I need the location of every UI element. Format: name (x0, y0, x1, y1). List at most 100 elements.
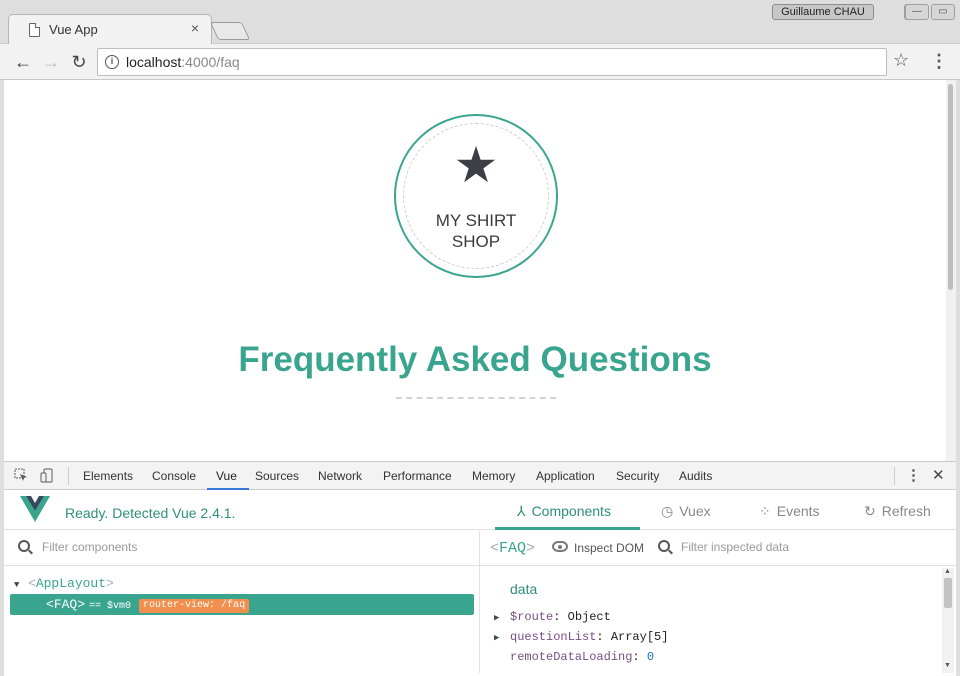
url-text[interactable]: localhost:4000/faq (126, 54, 240, 70)
tree-node-applayout[interactable]: ▼ <AppLayout> (10, 573, 474, 594)
tag-open-bracket: < (46, 597, 54, 612)
vue-tab-events[interactable]: ⁘ Events (759, 503, 820, 520)
vue-tab-components-label: Components (531, 503, 611, 519)
back-arrow-icon[interactable]: ← (12, 51, 34, 73)
window-minimize-button[interactable]: — (905, 4, 929, 20)
devtools-tab-vue[interactable]: Vue (216, 469, 237, 483)
url-host: localhost (126, 54, 182, 70)
vue-tab-vuex-label: Vuex (679, 503, 711, 519)
expand-arrow-icon[interactable]: ▶ (494, 633, 510, 643)
vue-tab-vuex[interactable]: ◷ Vuex (661, 503, 711, 520)
window-restore-button[interactable]: ▭ (931, 4, 955, 20)
devtools-close-icon[interactable]: ✕ (932, 466, 945, 484)
history-icon: ◷ (661, 503, 674, 519)
components-icon: ⅄ (517, 503, 526, 519)
data-key: $route (510, 610, 554, 624)
devtools-tab-security[interactable]: Security (616, 469, 659, 483)
devtools-separator (68, 467, 69, 485)
new-tab-button[interactable] (209, 22, 251, 40)
inspected-component-name: <FAQ> (490, 540, 536, 557)
devtools-tab-network[interactable]: Network (318, 469, 362, 483)
profile-badge[interactable]: Guillaume CHAU (772, 4, 874, 20)
bookmark-star-icon[interactable]: ☆ (893, 50, 909, 71)
inspector-scrollbar-thumb[interactable] (944, 578, 952, 608)
vue-tab-components[interactable]: ⅄ Components (517, 503, 611, 520)
devtools-tab-elements[interactable]: Elements (83, 469, 133, 483)
forward-arrow-icon[interactable]: → (40, 51, 62, 73)
vue-logo-icon (20, 496, 50, 522)
logo-text: MY SHIRT SHOP (435, 211, 517, 251)
address-bar[interactable]: i localhost:4000/faq (97, 48, 887, 76)
heading-divider (396, 397, 556, 399)
data-row-route[interactable]: ▶ $route: Object (494, 610, 611, 624)
tab-close-icon[interactable]: × (191, 20, 199, 36)
component-tree-pane: ▼<AppLayout> <FAQ>== $vm0router-view: /f… (4, 531, 480, 673)
inspector-header-row: <FAQ> Inspect DOM (480, 531, 956, 566)
data-section-title: data (510, 581, 538, 597)
vue-status-text: Ready. Detected Vue 2.4.1. (65, 505, 236, 521)
vue-devtools-header: Ready. Detected Vue 2.4.1. ⅄ Components ◷… (4, 490, 956, 530)
page-scrollbar[interactable] (946, 80, 956, 461)
tag-close-bracket: > (77, 597, 86, 612)
search-icon (18, 540, 30, 552)
page-icon (29, 23, 40, 37)
shop-logo[interactable]: ★ MY SHIRT SHOP (394, 114, 558, 278)
inspector-scrollbar[interactable]: ▲ ▼ (942, 568, 954, 673)
tag-open-bracket: < (28, 576, 36, 591)
devtools-tab-memory[interactable]: Memory (472, 469, 515, 483)
data-key: remoteDataLoading (510, 650, 633, 664)
tag-close-bracket: > (106, 576, 114, 591)
devtools-tab-application[interactable]: Application (536, 469, 595, 483)
router-view-badge: router-view: /faq (139, 599, 250, 613)
data-row-question-list[interactable]: ▶ questionList: Array[5] (494, 630, 669, 644)
filter-components-row (4, 531, 479, 566)
page-title: Frequently Asked Questions (238, 340, 712, 379)
device-toolbar-icon[interactable] (40, 468, 55, 483)
expand-arrow-icon[interactable]: ▶ (494, 613, 510, 623)
browser-titlebar: Vue App × Guillaume CHAU — (0, 0, 960, 45)
eye-icon[interactable] (552, 541, 568, 552)
devtools-tab-audits[interactable]: Audits (679, 469, 712, 483)
vue-refresh-button[interactable]: ↻ Refresh (864, 503, 931, 520)
browser-toolbar: ← → ↻ i localhost:4000/faq ☆ ⋮ (0, 44, 960, 80)
scroll-up-arrow-icon[interactable]: ▲ (944, 568, 951, 575)
page-scrollbar-thumb[interactable] (948, 84, 953, 290)
filter-components-input[interactable] (42, 540, 342, 554)
data-value: Array[5] (610, 630, 669, 644)
search-icon (658, 540, 670, 552)
tab-title: Vue App (49, 22, 98, 37)
vue-tab-events-label: Events (776, 503, 820, 519)
inspect-dom-button[interactable]: Inspect DOM (574, 541, 644, 555)
devtools-tab-performance[interactable]: Performance (383, 469, 452, 483)
devtools-panel: Elements Console Vue Sources Network Per… (4, 461, 956, 673)
browser-menu-icon[interactable]: ⋮ (930, 50, 948, 72)
reload-icon[interactable]: ↻ (68, 51, 90, 73)
inspector-pane: <FAQ> Inspect DOM data ▶$route: Object ▶… (480, 531, 956, 673)
devtools-tab-console[interactable]: Console (152, 469, 196, 483)
vm-reference: == $vm0 (89, 601, 132, 612)
data-row-remote-data-loading[interactable]: remoteDataLoading: 0 (510, 650, 654, 664)
inspect-element-icon[interactable] (14, 468, 29, 483)
vue-refresh-label: Refresh (881, 503, 931, 519)
devtools-menu-icon[interactable]: ⋮ (906, 466, 921, 484)
devtools-tabbar: Elements Console Vue Sources Network Per… (4, 462, 956, 490)
url-path: :4000/faq (181, 54, 240, 70)
browser-tab-active[interactable]: Vue App × (8, 14, 212, 45)
events-icon: ⁘ (759, 503, 771, 519)
refresh-icon: ↻ (864, 503, 876, 519)
star-icon: ★ (453, 136, 499, 194)
vue-active-tab-indicator (495, 527, 640, 530)
component-name: AppLayout (35, 576, 107, 591)
collapse-arrow-icon[interactable]: ▼ (14, 575, 28, 596)
scroll-down-arrow-icon[interactable]: ▼ (944, 662, 951, 669)
tree-node-faq[interactable]: <FAQ> == $vm0 router-view: /faq (10, 594, 474, 615)
page-viewport: ★ MY SHIRT SHOP Frequently Asked Questio… (4, 80, 946, 461)
data-value: Object (567, 610, 611, 624)
filter-inspected-data-input[interactable] (681, 540, 931, 554)
devtools-separator (894, 467, 895, 485)
window-border-right (956, 80, 960, 676)
devtools-tab-sources[interactable]: Sources (255, 469, 299, 483)
component-name: FAQ (53, 597, 78, 612)
info-icon[interactable]: i (105, 55, 119, 69)
data-value: 0 (646, 650, 655, 664)
